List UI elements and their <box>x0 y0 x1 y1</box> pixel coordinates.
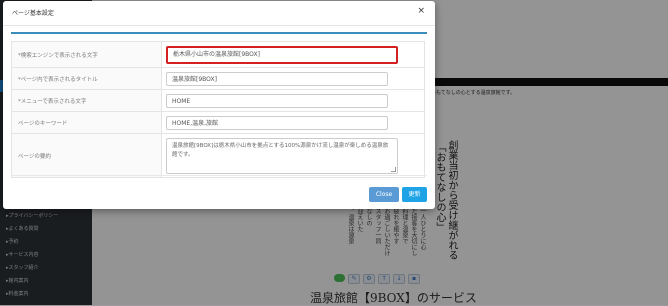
field-label: *検索エンジンで表示される文字 <box>11 41 162 68</box>
resize-handle-icon[interactable] <box>391 166 396 172</box>
form-row: *ページ内で表示されるタイトル 温泉旅館[9BOX] <box>11 67 425 90</box>
close-button[interactable]: Close <box>369 187 399 202</box>
menu-label-input[interactable]: HOME <box>166 93 388 108</box>
field-label: ページの要約 <box>11 133 162 178</box>
update-button[interactable]: 更新 <box>402 187 427 202</box>
form-row: *メニューで表示される文字 HOME <box>11 89 425 112</box>
summary-textarea[interactable]: 温泉旅館[9BOX]は栃木県小山市を拠点とする100%源泉かけ流し温泉が楽しめる… <box>166 137 398 174</box>
modal-accent-bar <box>11 32 427 34</box>
modal-title: ページ基本設定 <box>12 10 54 17</box>
field-label: *ページ内で表示されるタイトル <box>11 67 162 90</box>
field-label: ページのキーワード <box>11 111 162 134</box>
summary-text: 温泉旅館[9BOX]は栃木県小山市を拠点とする100%源泉かけ流し温泉が楽しめる… <box>172 142 389 158</box>
form-row: ページのキーワード HOME,温泉,旅館 <box>11 111 425 134</box>
form-row: *検索エンジンで表示される文字 栃木県小山市の温泉旅館[9BOX] <box>11 41 425 68</box>
page-title-input[interactable]: 温泉旅館[9BOX] <box>166 71 388 86</box>
modal-header: ページ基本設定 × <box>3 1 435 26</box>
settings-form: *検索エンジンで表示される文字 栃木県小山市の温泉旅館[9BOX] *ページ内で… <box>11 41 425 178</box>
page-settings-modal: ページ基本設定 × *検索エンジンで表示される文字 栃木県小山市の温泉旅館[9B… <box>3 1 435 209</box>
form-row: ページの要約 温泉旅館[9BOX]は栃木県小山市を拠点とする100%源泉かけ流し… <box>11 133 425 178</box>
keywords-input[interactable]: HOME,温泉,旅館 <box>166 115 388 130</box>
seo-title-input[interactable]: 栃木県小山市の温泉旅館[9BOX] <box>166 45 398 64</box>
field-label: *メニューで表示される文字 <box>11 89 162 112</box>
close-icon[interactable]: × <box>417 6 425 16</box>
footer-divider <box>11 175 427 176</box>
